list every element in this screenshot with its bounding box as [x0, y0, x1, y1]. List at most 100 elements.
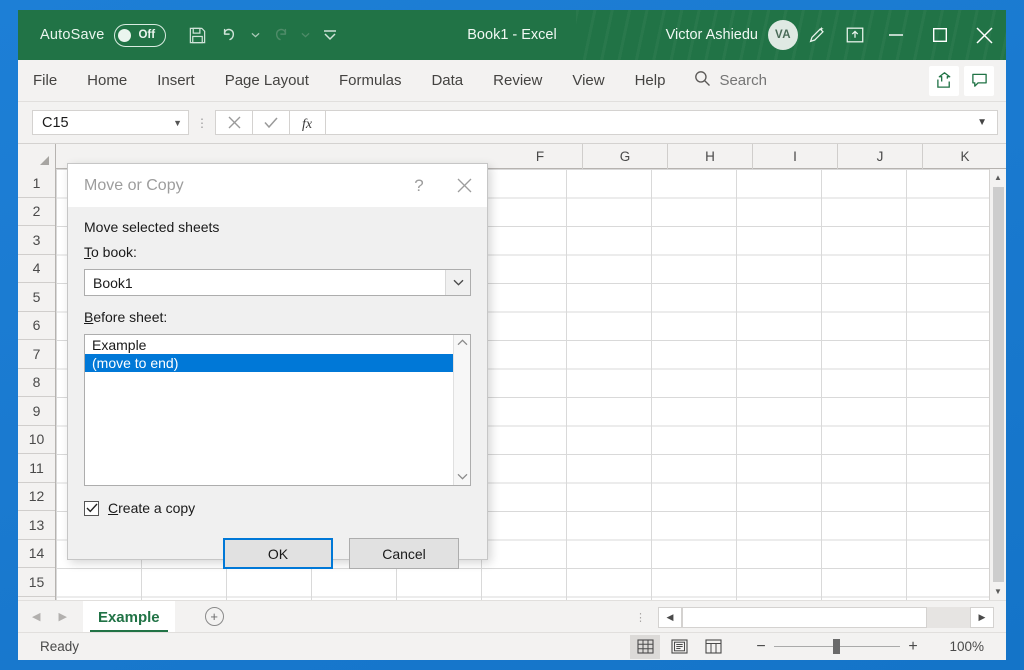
row-header-16[interactable]: 16 [18, 597, 55, 601]
column-header-H[interactable]: H [668, 144, 753, 169]
tab-file[interactable]: File [18, 60, 72, 102]
tab-formulas[interactable]: Formulas [324, 60, 417, 102]
column-header-K[interactable]: K [923, 144, 1006, 169]
previous-sheet-icon[interactable]: ◀ [32, 610, 40, 623]
tab-help[interactable]: Help [620, 60, 681, 102]
row-header-9[interactable]: 9 [18, 397, 55, 426]
tab-data[interactable]: Data [416, 60, 478, 102]
column-header-J[interactable]: J [838, 144, 923, 169]
page-break-preview-icon[interactable] [698, 635, 728, 659]
next-sheet-icon[interactable]: ▶ [58, 610, 66, 623]
row-header-12[interactable]: 12 [18, 483, 55, 512]
before-sheet-listbox[interactable]: Example(move to end) [84, 334, 471, 486]
check-icon[interactable] [252, 110, 289, 135]
zoom-level-label[interactable]: 100% [936, 639, 984, 654]
avatar[interactable]: VA [768, 20, 798, 50]
zoom-in-button[interactable]: + [900, 638, 926, 656]
to-book-label: To book: [84, 244, 471, 260]
formula-bar-separator: ⋮ [189, 117, 215, 129]
column-header-G[interactable]: G [583, 144, 668, 169]
new-sheet-button[interactable]: + [193, 600, 236, 632]
row-header-13[interactable]: 13 [18, 511, 55, 540]
row-header-1[interactable]: 1 [18, 169, 55, 198]
autosave-toggle[interactable]: Off [114, 24, 166, 47]
customize-quick-access-toolbar-icon[interactable] [315, 20, 345, 50]
row-header-7[interactable]: 7 [18, 340, 55, 369]
scroll-down-icon[interactable] [457, 472, 468, 482]
create-a-copy-checkbox[interactable] [84, 501, 99, 516]
list-item[interactable]: (move to end) [85, 354, 453, 372]
vertical-scrollbar[interactable]: ▲ ▼ [989, 169, 1006, 600]
scroll-left-icon[interactable]: ◀ [658, 607, 682, 628]
search-box[interactable] [694, 70, 869, 92]
ok-button[interactable]: OK [223, 538, 333, 569]
before-sheet-label-rest: efore sheet: [93, 309, 167, 325]
sheet-tab-example[interactable]: Example [83, 601, 175, 632]
ribbon-display-options-icon[interactable] [836, 15, 874, 55]
search-input[interactable] [719, 72, 869, 89]
expand-formula-bar-icon[interactable]: ▼ [977, 117, 989, 128]
list-item[interactable]: Example [85, 336, 453, 354]
row-header-5[interactable]: 5 [18, 283, 55, 312]
row-header-11[interactable]: 11 [18, 454, 55, 483]
select-all-corner[interactable] [18, 144, 56, 169]
tab-home[interactable]: Home [72, 60, 142, 102]
row-header-15[interactable]: 15 [18, 568, 55, 597]
dialog-title-bar: Move or Copy ? [68, 164, 487, 207]
row-header-6[interactable]: 6 [18, 312, 55, 341]
create-a-copy-accesskey: C [108, 500, 118, 516]
ribbon-right-group [929, 66, 1006, 96]
cancel-button[interactable]: Cancel [349, 538, 459, 569]
page-layout-view-icon[interactable] [664, 635, 694, 659]
undo-dropdown-caret-icon[interactable] [248, 20, 262, 50]
tab-review[interactable]: Review [478, 60, 557, 102]
chevron-down-icon[interactable] [445, 270, 470, 295]
tab-insert[interactable]: Insert [142, 60, 210, 102]
tab-page-layout[interactable]: Page Layout [210, 60, 324, 102]
insert-function-icon[interactable]: fx [289, 110, 326, 135]
undo-icon[interactable] [215, 20, 245, 50]
scroll-up-icon[interactable] [457, 338, 468, 348]
horizontal-scroll-thumb[interactable] [682, 607, 927, 628]
close-icon[interactable] [441, 164, 487, 207]
minimize-icon[interactable] [874, 10, 918, 60]
cancel-icon[interactable] [215, 110, 252, 135]
scroll-down-icon[interactable]: ▼ [990, 583, 1007, 600]
scroll-right-icon[interactable]: ▶ [970, 607, 994, 628]
formula-input[interactable]: ▼ [326, 110, 998, 135]
zoom-out-button[interactable]: − [748, 638, 774, 656]
zoom-slider-thumb[interactable] [833, 639, 840, 654]
close-icon[interactable] [962, 10, 1006, 60]
tab-view[interactable]: View [557, 60, 619, 102]
row-header-14[interactable]: 14 [18, 540, 55, 569]
to-book-select[interactable]: Book1 [84, 269, 471, 296]
normal-view-icon[interactable] [630, 635, 660, 659]
before-sheet-label: Before sheet: [84, 309, 471, 325]
vertical-scroll-thumb[interactable] [993, 187, 1004, 582]
redo-icon [265, 20, 295, 50]
name-box[interactable]: C15 ▼ [32, 110, 189, 135]
row-header-2[interactable]: 2 [18, 198, 55, 227]
maximize-icon[interactable] [918, 10, 962, 60]
help-button[interactable]: ? [397, 164, 441, 207]
save-icon[interactable] [182, 20, 212, 50]
create-a-copy-row[interactable]: Create a copy [84, 500, 471, 516]
row-header-3[interactable]: 3 [18, 226, 55, 255]
share-icon[interactable] [929, 66, 959, 96]
horizontal-scrollbar[interactable]: ◀ ▶ [658, 606, 1006, 628]
comment-icon[interactable] [964, 66, 994, 96]
pen-highlighter-icon[interactable] [798, 15, 836, 55]
scroll-up-icon[interactable]: ▲ [990, 169, 1007, 186]
listbox-scrollbar[interactable] [453, 335, 470, 485]
column-header-I[interactable]: I [753, 144, 838, 169]
sheet-scroll-grip[interactable]: ⋮ [635, 613, 658, 632]
zoom-slider[interactable] [774, 640, 900, 654]
sheet-navigation: ◀ ▶ [18, 600, 67, 632]
row-header-4[interactable]: 4 [18, 255, 55, 284]
create-a-copy-label-rest: reate a copy [118, 500, 195, 516]
horizontal-scroll-track[interactable] [682, 607, 970, 628]
column-header-F[interactable]: F [498, 144, 583, 169]
row-header-10[interactable]: 10 [18, 426, 55, 455]
chevron-down-icon[interactable]: ▼ [173, 118, 182, 128]
row-header-8[interactable]: 8 [18, 369, 55, 398]
